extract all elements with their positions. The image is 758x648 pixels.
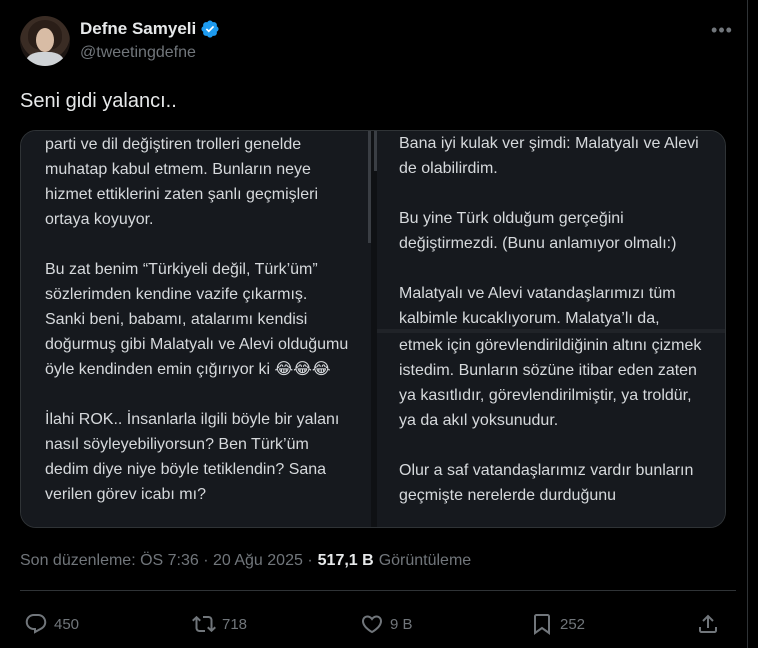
column-border — [747, 0, 748, 648]
repost-button[interactable]: 718 — [192, 612, 247, 636]
views-label: Görüntüleme — [378, 552, 472, 569]
tweet-header: Defne Samyeli @tweetingdefne ••• — [20, 16, 736, 68]
repost-icon — [192, 615, 216, 633]
reply-count: 450 — [54, 615, 80, 633]
bookmark-icon — [534, 614, 550, 635]
tweet-media[interactable]: parti ve dil değiştiren trolleri genelde… — [20, 130, 726, 528]
bookmark-button[interactable]: 252 — [530, 612, 585, 636]
share-button[interactable] — [696, 612, 720, 636]
tweet-text: Seni gidi yalancı.. — [20, 90, 177, 112]
media-image-right-top[interactable]: Bana iyi kulak ver şimdi: Malatyalı ve A… — [377, 131, 725, 329]
more-options-icon[interactable]: ••• — [708, 16, 736, 44]
media-left-text: parti ve dil değiştiren trolleri genelde… — [45, 136, 349, 503]
views-count: 517,1 B — [317, 552, 374, 569]
share-icon — [699, 614, 717, 633]
author-name-row: Defne Samyeli — [80, 19, 220, 39]
author-handle[interactable]: @tweetingdefne — [80, 44, 196, 62]
author-display-name[interactable]: Defne Samyeli — [80, 19, 196, 39]
actions-divider — [20, 590, 736, 591]
avatar[interactable] — [20, 16, 70, 66]
media-image-right-bottom[interactable]: etmek için görevlendirildiğinin altını ç… — [377, 333, 725, 527]
edited-timestamp[interactable]: Son düzenleme: ÖS 7:36 · 20 Ağu 2025 · — [20, 552, 313, 570]
verified-badge-icon — [201, 20, 219, 38]
tweet-actions: 450 718 9 B 252 — [20, 612, 736, 644]
media-right-bottom-text: etmek için görevlendirildiğinin altını ç… — [399, 337, 702, 504]
tweet-meta: Son düzenleme: ÖS 7:36 · 20 Ağu 2025 · 5… — [20, 552, 471, 570]
heart-icon — [361, 615, 383, 634]
like-count: 9 B — [390, 615, 413, 633]
media-right-top-text: Bana iyi kulak ver şimdi: Malatyalı ve A… — [399, 135, 699, 327]
like-button[interactable]: 9 B — [360, 612, 413, 636]
repost-count: 718 — [222, 615, 248, 633]
reply-icon — [25, 614, 47, 634]
media-image-left[interactable]: parti ve dil değiştiren trolleri genelde… — [21, 131, 371, 527]
reply-button[interactable]: 450 — [24, 612, 79, 636]
bookmark-count: 252 — [560, 615, 586, 633]
